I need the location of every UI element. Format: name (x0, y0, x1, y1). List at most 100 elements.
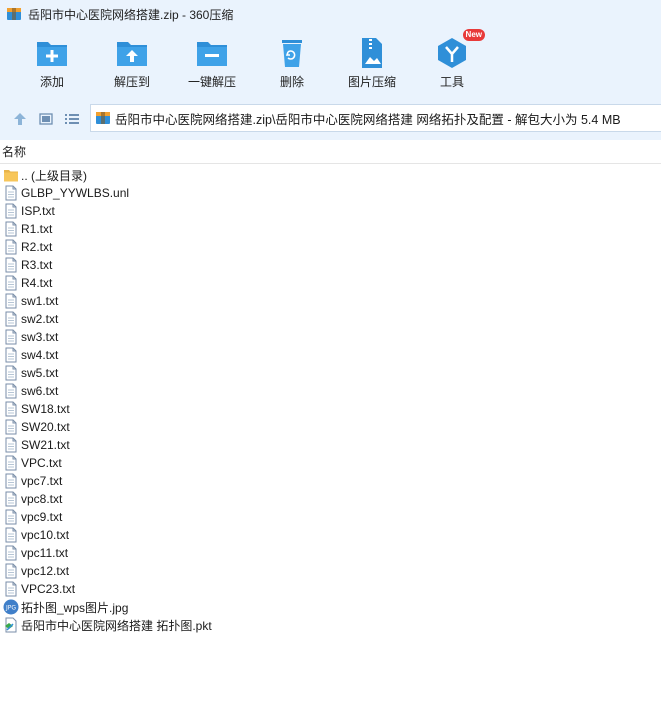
address-field[interactable]: 岳阳市中心医院网络搭建.zip\岳阳市中心医院网络搭建 网络拓扑及配置 - 解包… (90, 104, 661, 132)
document-icon (3, 347, 19, 363)
document-icon (3, 419, 19, 435)
toolbar: 添加 解压到 一键解压 删除 图片压缩 New 工具 (0, 28, 661, 98)
document-icon (3, 311, 19, 327)
new-badge: New (462, 29, 485, 41)
file-name: R3.txt (21, 258, 53, 272)
file-row[interactable]: vpc12.txt (0, 562, 661, 580)
document-icon (3, 437, 19, 453)
document-icon (3, 293, 19, 309)
file-row[interactable]: R4.txt (0, 274, 661, 292)
address-bar: 岳阳市中心医院网络搭建.zip\岳阳市中心医院网络搭建 网络拓扑及配置 - 解包… (0, 98, 661, 140)
file-name: sw2.txt (21, 312, 59, 326)
file-name: 岳阳市中心医院网络搭建 拓扑图.pkt (21, 618, 212, 633)
file-name: VPC.txt (21, 456, 62, 470)
delete-label: 删除 (279, 75, 304, 89)
file-name: VPC23.txt (21, 582, 76, 596)
document-icon (3, 563, 19, 579)
file-row[interactable]: .. (上级目录) (0, 166, 661, 184)
file-name: vpc8.txt (21, 492, 63, 506)
file-row[interactable]: sw2.txt (0, 310, 661, 328)
file-row[interactable]: sw1.txt (0, 292, 661, 310)
file-name: sw5.txt (21, 366, 59, 380)
address-path: 岳阳市中心医院网络搭建.zip\岳阳市中心医院网络搭建 网络拓扑及配置 - 解包… (115, 112, 621, 127)
file-name: vpc11.txt (21, 546, 69, 560)
document-icon (3, 527, 19, 543)
jpg-image-icon: JPG (3, 599, 19, 615)
file-row[interactable]: vpc10.txt (0, 526, 661, 544)
file-name: R4.txt (21, 276, 53, 290)
document-icon (3, 203, 19, 219)
file-name: sw6.txt (21, 384, 59, 398)
document-icon (3, 545, 19, 561)
packet-tracer-icon (3, 617, 19, 633)
file-row[interactable]: JPG 拓扑图_wps图片.jpg (0, 598, 661, 616)
add-label: 添加 (39, 75, 64, 89)
file-row[interactable]: vpc8.txt (0, 490, 661, 508)
add-icon (35, 36, 69, 70)
image-compress-button[interactable]: 图片压缩 (332, 36, 412, 89)
file-row[interactable]: VPC.txt (0, 454, 661, 472)
one-click-extract-icon (195, 36, 229, 70)
one-click-extract-label: 一键解压 (187, 75, 236, 89)
column-header-name[interactable]: 名称 (0, 140, 661, 164)
tools-button[interactable]: New 工具 (412, 29, 492, 89)
archive-icon (96, 112, 110, 124)
file-name: R1.txt (21, 222, 53, 236)
file-row[interactable]: VPC23.txt (0, 580, 661, 598)
document-icon (3, 365, 19, 381)
column-header-label: 名称 (2, 145, 27, 159)
document-icon (3, 473, 19, 489)
file-name: ISP.txt (21, 204, 55, 218)
file-name: GLBP_YYWLBS.unl (21, 186, 130, 200)
file-row[interactable]: GLBP_YYWLBS.unl (0, 184, 661, 202)
document-icon (3, 329, 19, 345)
title-bar: 岳阳市中心医院网络搭建.zip - 360压缩 (0, 0, 661, 28)
file-name: sw3.txt (21, 330, 59, 344)
list-view-icon[interactable] (63, 110, 81, 128)
file-row[interactable]: 岳阳市中心医院网络搭建 拓扑图.pkt (0, 616, 661, 634)
file-row[interactable]: sw6.txt (0, 382, 661, 400)
file-name: sw1.txt (21, 294, 59, 308)
delete-button[interactable]: 删除 (252, 36, 332, 89)
file-name: R2.txt (21, 240, 53, 254)
file-row[interactable]: SW21.txt (0, 436, 661, 454)
document-icon (3, 275, 19, 291)
up-arrow-icon[interactable] (11, 110, 29, 128)
file-row[interactable]: R2.txt (0, 238, 661, 256)
document-icon (3, 509, 19, 525)
file-row[interactable]: SW18.txt (0, 400, 661, 418)
file-row[interactable]: sw4.txt (0, 346, 661, 364)
tools-icon: New (435, 29, 485, 70)
extract-to-button[interactable]: 解压到 (92, 36, 172, 89)
tools-label: 工具 (439, 75, 464, 89)
file-row[interactable]: vpc9.txt (0, 508, 661, 526)
file-row[interactable]: SW20.txt (0, 418, 661, 436)
document-icon (3, 455, 19, 471)
document-icon (3, 581, 19, 597)
extract-to-icon (115, 36, 149, 70)
file-row[interactable]: sw5.txt (0, 364, 661, 382)
document-icon (3, 491, 19, 507)
one-click-extract-button[interactable]: 一键解压 (172, 36, 252, 89)
file-name: vpc10.txt (21, 528, 70, 542)
svg-text:JPG: JPG (5, 605, 16, 612)
file-row[interactable]: ISP.txt (0, 202, 661, 220)
file-row[interactable]: R3.txt (0, 256, 661, 274)
extract-to-label: 解压到 (113, 75, 150, 89)
file-row[interactable]: sw3.txt (0, 328, 661, 346)
file-name: SW21.txt (21, 438, 70, 452)
file-name: sw4.txt (21, 348, 59, 362)
image-compress-icon (355, 36, 389, 70)
folder-icon (3, 167, 19, 183)
recycle-bin-icon (275, 36, 309, 70)
file-row[interactable]: R1.txt (0, 220, 661, 238)
add-button[interactable]: 添加 (12, 36, 92, 89)
file-row[interactable]: vpc11.txt (0, 544, 661, 562)
document-icon (3, 185, 19, 201)
file-list: .. (上级目录) GLBP_YYWLBS.unl ISP.txt R1.txt R2.… (0, 166, 661, 634)
archive-icon (7, 8, 21, 20)
file-row[interactable]: vpc7.txt (0, 472, 661, 490)
image-compress-label: 图片压缩 (347, 75, 396, 89)
thumbnail-view-icon[interactable] (37, 110, 55, 128)
file-name: 拓扑图_wps图片.jpg (21, 600, 129, 615)
